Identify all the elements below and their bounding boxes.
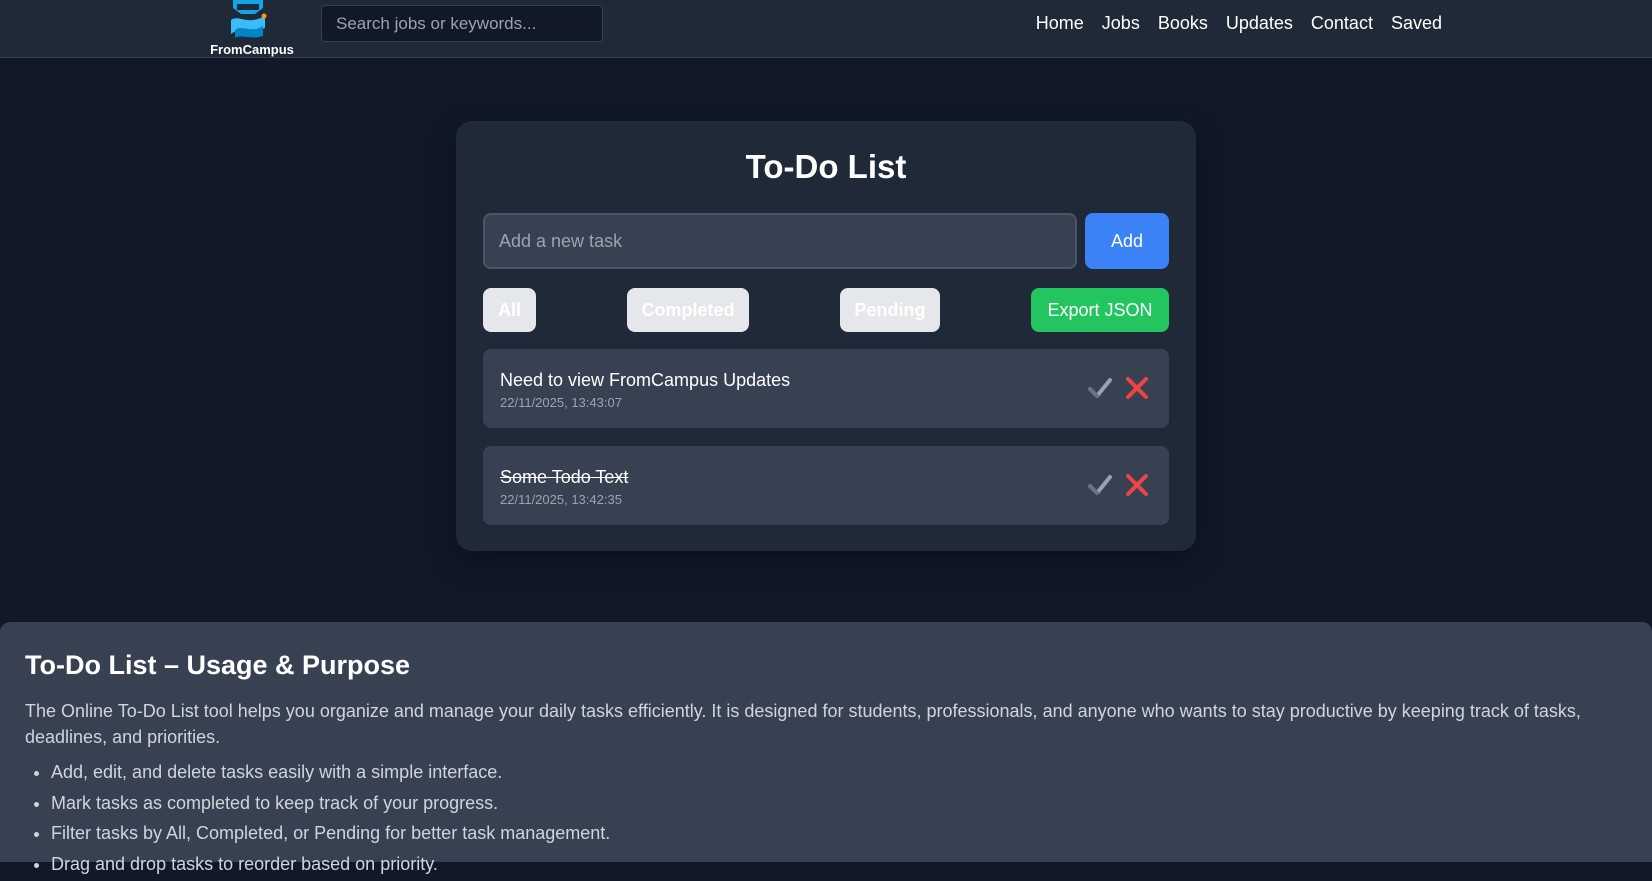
filter-pending-button[interactable]: Pending	[840, 288, 940, 332]
logo-text: FromCampus	[200, 42, 304, 57]
usage-title: To-Do List – Usage & Purpose	[25, 650, 410, 681]
new-task-input[interactable]	[483, 213, 1077, 269]
nav-updates[interactable]: Updates	[1226, 13, 1293, 34]
usage-section: To-Do List – Usage & Purpose The Online …	[0, 622, 1652, 862]
nav-books[interactable]: Books	[1158, 13, 1208, 34]
filter-all-button[interactable]: All	[483, 288, 536, 332]
feature-list: Add, edit, and delete tasks easily with …	[51, 759, 1551, 881]
nav-saved[interactable]: Saved	[1391, 13, 1442, 34]
navbar: FromCampus Home Jobs Books Updates Conta…	[0, 0, 1652, 58]
list-item: Filter tasks by All, Completed, or Pendi…	[51, 820, 1551, 851]
export-json-button[interactable]: Export JSON	[1031, 288, 1169, 332]
list-item: Drag and drop tasks to reorder based on …	[51, 851, 1551, 881]
check-icon[interactable]	[1087, 472, 1113, 498]
nav-contact[interactable]: Contact	[1311, 13, 1373, 34]
graduation-cap-icon	[227, 0, 269, 40]
close-icon[interactable]	[1124, 375, 1150, 401]
add-task-button[interactable]: Add	[1085, 213, 1169, 269]
task-item[interactable]: Need to view FromCampus Updates 22/11/20…	[483, 349, 1169, 428]
check-icon[interactable]	[1087, 375, 1113, 401]
nav-home[interactable]: Home	[1036, 13, 1084, 34]
search-input[interactable]	[321, 5, 603, 42]
close-icon[interactable]	[1124, 472, 1150, 498]
page-title: To-Do List	[456, 148, 1196, 186]
list-item: Add, edit, and delete tasks easily with …	[51, 759, 1551, 790]
task-text: Need to view FromCampus Updates	[500, 370, 790, 391]
nav-links: Home Jobs Books Updates Contact Saved	[1036, 0, 1442, 46]
todo-card: To-Do List Add All Completed Pending Exp…	[456, 121, 1196, 551]
filter-completed-button[interactable]: Completed	[627, 288, 749, 332]
task-text: Some Todo Text	[500, 467, 628, 488]
task-date: 22/11/2025, 13:42:35	[500, 492, 622, 507]
task-item[interactable]: Some Todo Text 22/11/2025, 13:42:35	[483, 446, 1169, 525]
list-item: Mark tasks as completed to keep track of…	[51, 790, 1551, 821]
logo[interactable]: FromCampus	[200, 0, 304, 58]
nav-jobs[interactable]: Jobs	[1102, 13, 1140, 34]
usage-description: The Online To-Do List tool helps you org…	[25, 698, 1585, 750]
task-date: 22/11/2025, 13:43:07	[500, 395, 622, 410]
